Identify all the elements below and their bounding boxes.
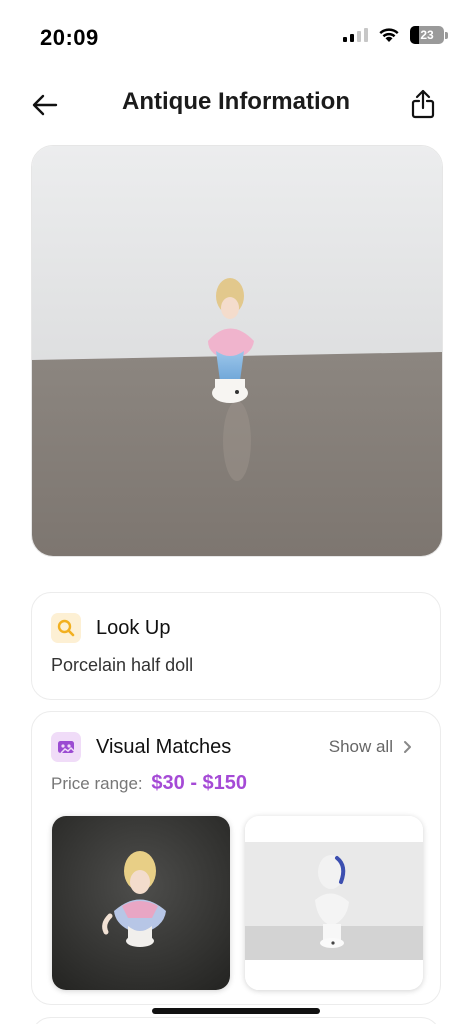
cellular-signal-icon bbox=[343, 28, 368, 42]
chevron-right-icon bbox=[404, 741, 411, 753]
status-bar: 20:09 23 bbox=[0, 0, 472, 70]
match-thumbnail-2[interactable] bbox=[245, 816, 423, 990]
image-match-icon bbox=[51, 732, 81, 762]
battery-level: 23 bbox=[420, 28, 434, 42]
look-up-result: Porcelain half doll bbox=[51, 655, 194, 675]
price-range-value: $30 - $150 bbox=[151, 772, 248, 794]
share-icon bbox=[411, 89, 435, 119]
magnifier-icon bbox=[51, 613, 81, 643]
next-card bbox=[31, 1017, 441, 1024]
antique-photo bbox=[31, 145, 443, 557]
show-all-label: Show all bbox=[328, 737, 393, 756]
home-indicator bbox=[152, 1008, 320, 1014]
match-thumbnail-1[interactable] bbox=[52, 816, 230, 990]
page-title: Antique Information bbox=[122, 88, 350, 115]
share-button[interactable] bbox=[406, 86, 440, 122]
price-range: Price range: $30 - $150 bbox=[51, 772, 247, 795]
visual-matches-card: Visual Matches Show all Price range: $30… bbox=[31, 711, 441, 1005]
app-screen: 20:09 23 Antique Information Look Up Por… bbox=[0, 0, 472, 1024]
status-icons: 23 bbox=[343, 26, 448, 44]
show-all-link[interactable]: Show all bbox=[329, 737, 412, 757]
price-range-label: Price range: bbox=[51, 774, 143, 793]
look-up-card: Look Up Porcelain half doll bbox=[31, 592, 441, 700]
status-time: 20:09 bbox=[40, 25, 99, 50]
wifi-icon bbox=[379, 28, 399, 42]
navigation-header: Antique Information bbox=[0, 80, 472, 128]
battery-icon: 23 bbox=[410, 26, 444, 44]
visual-matches-title: Visual Matches bbox=[96, 736, 232, 758]
look-up-title: Look Up bbox=[96, 617, 171, 639]
